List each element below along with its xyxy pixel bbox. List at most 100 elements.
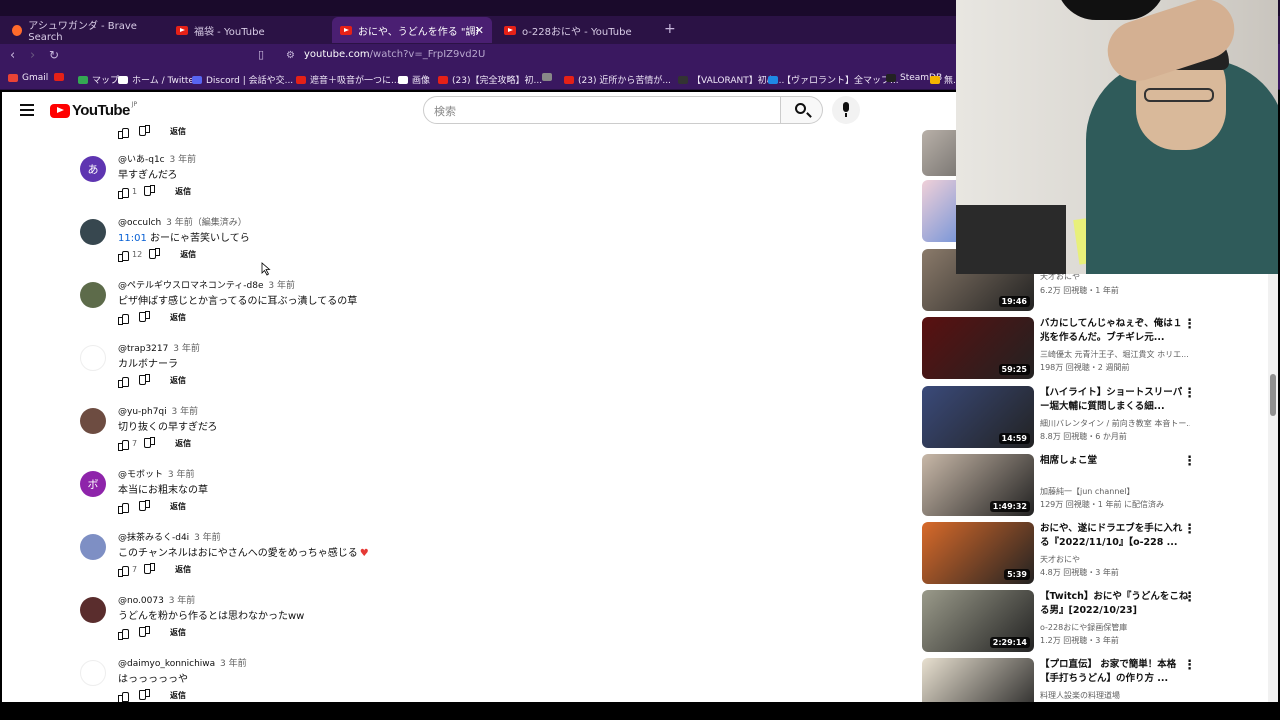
dislike-icon[interactable] <box>140 376 150 386</box>
dislike-icon[interactable] <box>145 187 155 197</box>
tab-3[interactable]: o-228おにや - YouTube <box>496 18 656 42</box>
new-tab-icon[interactable]: + <box>664 21 676 37</box>
reply-button[interactable]: 返信 <box>170 375 186 386</box>
more-icon[interactable] <box>1183 590 1196 606</box>
bookmark-item[interactable] <box>54 73 68 81</box>
dislike-icon[interactable] <box>140 127 150 137</box>
dislike-icon[interactable] <box>145 439 155 449</box>
more-icon[interactable] <box>1183 386 1196 402</box>
comment-time[interactable]: 3 年前 <box>169 596 196 606</box>
bookmark-item[interactable]: Gmail <box>8 73 48 83</box>
comment-time[interactable]: 3 年前 <box>170 155 197 165</box>
bookmark-item[interactable]: 遮音＋吸音が一つに... <box>296 73 400 86</box>
bookmark-item[interactable]: (23)【完全攻略】初... <box>438 73 542 86</box>
reply-button[interactable]: 返信 <box>175 564 191 575</box>
related-video[interactable]: 5:39 おにや、遂にドラエブを手に入れる『2022/11/10』【o-228 .… <box>922 522 1272 584</box>
video-thumbnail[interactable]: 59:25 <box>922 317 1034 379</box>
url-field[interactable]: youtube.com/watch?v=_FrpIZ9vd2U <box>304 49 485 60</box>
channel-name[interactable]: 三崎優太 元青汁王子、堀江貴文 ホリエ... <box>1040 349 1190 360</box>
related-video[interactable]: 2:29:14 【Twitch】おにや『うどんをこねる男』[2022/10/23]… <box>922 590 1272 652</box>
comment-time[interactable]: 3 年前（編集済み） <box>166 218 247 228</box>
comment-author[interactable]: @occulch <box>118 218 161 228</box>
video-thumbnail[interactable] <box>922 658 1034 702</box>
video-title[interactable]: 【プロ直伝】 お家で簡単！本格【手打ちうどん】の作り方 ... <box>1040 658 1190 686</box>
more-icon[interactable] <box>1183 522 1196 538</box>
channel-name[interactable]: 料理人設楽の料理道場 <box>1040 690 1190 701</box>
avatar[interactable] <box>80 282 106 308</box>
comment-author[interactable]: @yu-ph7qi <box>118 407 167 417</box>
video-thumbnail[interactable]: 14:59 <box>922 386 1034 448</box>
like-icon[interactable] <box>118 565 129 577</box>
reply-button[interactable]: 返信 <box>180 249 196 260</box>
more-icon[interactable] <box>1183 658 1196 674</box>
comment-time[interactable]: 3 年前 <box>194 533 221 543</box>
bookmark-item[interactable]: ホーム / Twitter <box>118 73 198 86</box>
avatar[interactable] <box>80 534 106 560</box>
site-info-icon[interactable]: ⚙ <box>286 50 295 61</box>
menu-icon[interactable] <box>20 104 34 116</box>
back-icon[interactable]: ‹ <box>10 48 15 63</box>
avatar[interactable]: あ <box>80 156 106 182</box>
avatar[interactable] <box>80 219 106 245</box>
video-title[interactable]: バカにしてんじゃねぇぞ、俺は１兆を作るんだ。ブチギレ元... <box>1040 317 1190 345</box>
tab-0[interactable]: アシュワガンダ - Brave Search <box>4 18 164 43</box>
channel-name[interactable]: o-228おにや録画保管庫 <box>1040 622 1190 633</box>
dislike-icon[interactable] <box>140 628 150 638</box>
reply-button[interactable]: 返信 <box>170 312 186 323</box>
comment-time[interactable]: 3 年前 <box>168 470 195 480</box>
bookmark-item[interactable]: (23) 近所から苦情が... <box>564 73 671 86</box>
mic-icon[interactable] <box>832 96 860 124</box>
reply-button[interactable]: 返信 <box>170 627 186 638</box>
bookmark-icon[interactable]: ▯ <box>258 48 264 61</box>
like-icon[interactable] <box>118 628 129 640</box>
channel-name[interactable]: 細川バレンタイン / 前向き教室 本音トー... <box>1040 418 1190 429</box>
close-icon[interactable]: ✕ <box>475 24 484 37</box>
video-title[interactable]: おにや、遂にドラエブを手に入れる『2022/11/10』【o-228 ... <box>1040 522 1190 550</box>
comment-author[interactable]: @ペテルギウスロマネコンティ-d8e <box>118 281 264 291</box>
search-input[interactable]: 検索 <box>423 96 781 124</box>
bookmark-item[interactable]: 画像 <box>398 73 430 86</box>
search-button[interactable] <box>781 96 823 124</box>
scrollbar-thumb[interactable] <box>1270 374 1276 416</box>
dislike-icon[interactable] <box>145 565 155 575</box>
like-icon[interactable] <box>118 250 129 262</box>
related-video[interactable]: 1:49:32 相席しょこ堂加藤純一【jun channel】 129万 回視聴・1… <box>922 454 1272 516</box>
dislike-icon[interactable] <box>140 691 150 701</box>
like-icon[interactable] <box>118 502 129 514</box>
reload-icon[interactable]: ↻ <box>49 48 59 62</box>
comment-author[interactable]: @daimyo_konnichiwa <box>118 659 215 669</box>
comment-author[interactable]: @trap3217 <box>118 344 168 354</box>
comment-time[interactable]: 3 年前 <box>172 407 199 417</box>
channel-name[interactable]: 天才おにや <box>1040 554 1190 565</box>
comment-time[interactable]: 3 年前 <box>268 281 295 291</box>
avatar[interactable] <box>80 597 106 623</box>
comment-author[interactable]: @抹茶みるく-d4i <box>118 533 189 543</box>
bookmark-item[interactable]: 【ヴァロラント】全マップ... <box>768 73 899 86</box>
more-icon[interactable] <box>1183 317 1196 333</box>
like-icon[interactable] <box>118 376 129 388</box>
bookmark-item[interactable]: Discord | 会話や交... <box>192 73 293 86</box>
bookmark-item[interactable]: マップ <box>78 73 119 86</box>
video-thumbnail[interactable]: 2:29:14 <box>922 590 1034 652</box>
dislike-icon[interactable] <box>140 313 150 323</box>
avatar[interactable]: ボ <box>80 471 106 497</box>
reply-button[interactable]: 返信 <box>170 690 186 701</box>
video-title[interactable]: 【Twitch】おにや『うどんをこねる男』[2022/10/23] <box>1040 590 1190 618</box>
like-icon[interactable] <box>118 187 129 199</box>
comment-time[interactable]: 3 年前 <box>220 659 247 669</box>
related-video[interactable]: 14:59 【ハイライト】ショートスリーパー堀大輔に質問しまくる細... 細川バレン… <box>922 386 1272 448</box>
comment-author[interactable]: @モボット <box>118 470 163 480</box>
video-thumbnail[interactable]: 5:39 <box>922 522 1034 584</box>
avatar[interactable] <box>80 408 106 434</box>
channel-name[interactable]: 加藤純一【jun channel】 <box>1040 486 1190 497</box>
video-thumbnail[interactable]: 1:49:32 <box>922 454 1034 516</box>
comment-author[interactable]: @いあ-q1c <box>118 155 165 165</box>
forward-icon[interactable]: › <box>30 48 35 63</box>
reply-button[interactable]: 返信 <box>170 501 186 512</box>
like-icon[interactable] <box>118 691 129 702</box>
tab-2-active[interactable]: おにや、うどんを作る "調理編"【2022 ✕ <box>332 17 492 43</box>
video-title[interactable]: 【ハイライト】ショートスリーパー堀大輔に質問しまくる細... <box>1040 386 1190 414</box>
avatar[interactable] <box>80 660 106 686</box>
comment-author[interactable]: @no.0073 <box>118 596 164 606</box>
avatar[interactable] <box>80 345 106 371</box>
